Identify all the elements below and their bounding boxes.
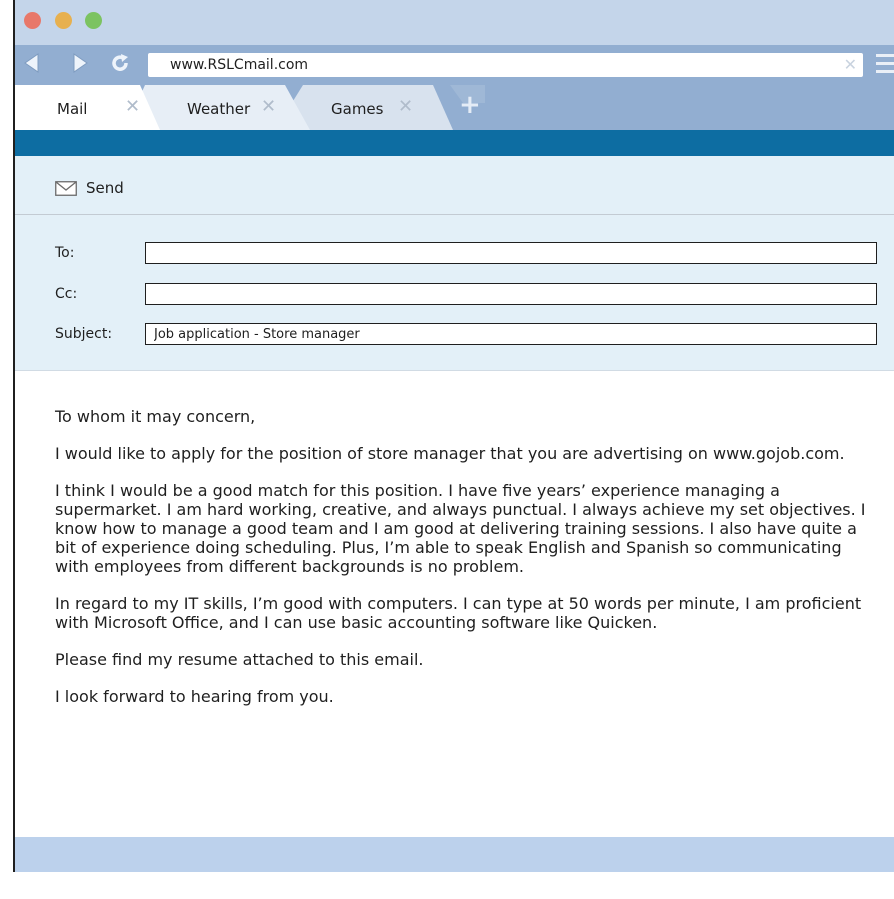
plus-icon[interactable]: + (459, 90, 481, 120)
back-arrow-icon[interactable] (19, 52, 43, 78)
cc-row: Cc: (55, 283, 877, 305)
message-paragraph: In regard to my IT skills, I’m good with… (55, 594, 862, 632)
status-bar (15, 837, 894, 872)
message-paragraph: I would like to apply for the position o… (55, 444, 845, 463)
cc-field[interactable] (145, 283, 877, 305)
close-window-button[interactable] (24, 12, 41, 29)
app-header-band (15, 130, 894, 156)
message-paragraph: To whom it may concern, (55, 407, 256, 426)
message-paragraph: I look forward to hearing from you. (55, 687, 334, 706)
to-label: To: (55, 245, 75, 261)
clear-icon[interactable]: ✕ (844, 55, 857, 74)
compose-header: Send To: Cc: Subject: (15, 156, 894, 371)
cc-label: Cc: (55, 286, 78, 302)
message-body[interactable]: To whom it may concern, I would like to … (55, 407, 875, 724)
to-row: To: (55, 242, 877, 264)
close-icon[interactable]: ✕ (125, 96, 140, 117)
to-field[interactable] (145, 242, 877, 264)
forward-arrow-icon[interactable] (69, 52, 93, 78)
menu-icon[interactable] (876, 54, 894, 76)
send-button[interactable]: Send (55, 177, 124, 199)
address-bar[interactable]: ✕ (148, 53, 863, 77)
reload-icon[interactable] (108, 52, 132, 78)
browser-window: ✕ Mail ✕ Weather ✕ Games ✕ + (13, 0, 894, 872)
maximize-window-button[interactable] (85, 12, 102, 29)
close-icon[interactable]: ✕ (261, 96, 276, 117)
minimize-window-button[interactable] (55, 12, 72, 29)
tab-games[interactable]: Games (331, 100, 383, 118)
envelope-icon (55, 180, 77, 196)
compose-toolbar: Send (15, 156, 894, 215)
message-paragraph: I think I would be a good match for this… (55, 481, 866, 576)
tab-weather[interactable]: Weather (187, 100, 250, 118)
subject-label: Subject: (55, 326, 113, 342)
message-paragraph: Please find my resume attached to this e… (55, 650, 424, 669)
navigation-bar: ✕ (15, 45, 894, 85)
tab-shapes (15, 85, 894, 130)
send-label: Send (86, 179, 124, 197)
close-icon[interactable]: ✕ (398, 96, 413, 117)
url-input[interactable] (170, 53, 810, 77)
subject-field[interactable] (145, 323, 877, 345)
title-bar (15, 0, 894, 45)
tab-bar: Mail ✕ Weather ✕ Games ✕ + (15, 85, 894, 130)
subject-row: Subject: (55, 323, 877, 345)
divider (15, 370, 894, 371)
tab-mail[interactable]: Mail (57, 100, 87, 118)
